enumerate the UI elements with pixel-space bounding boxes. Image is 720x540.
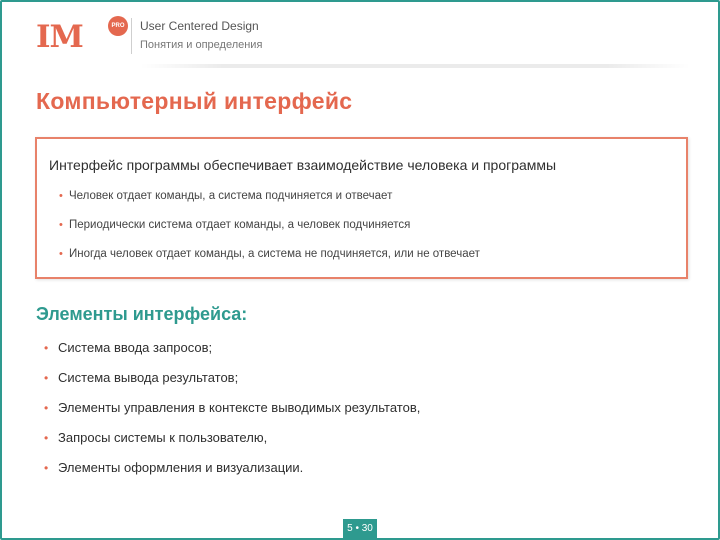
definition-box: Интерфейс программы обеспечивает взаимод… [35,137,688,279]
bullet-icon: • [44,461,49,475]
elements-list: • Система ввода запросов; • Система вывода… [44,340,420,490]
header-divider [131,18,132,54]
bullet-icon: • [59,219,63,231]
header-shadow [140,64,690,68]
bullet-icon: • [59,248,63,260]
list-item: • Человек отдает команды, а система подчи… [59,189,480,218]
slide-title: Компьютерный интерфейс [36,88,353,114]
list-item: • Элементы управления в контексте выводим… [44,400,420,430]
im-pro-logo: IM PRO [36,16,128,56]
header-subtitle: Понятия и определения [140,39,263,51]
list-item: • Иногда человек отдает команды, а систем… [59,247,480,276]
list-item-text: Иногда человек отдает команды, а система… [69,248,480,260]
list-item: • Система вывода результатов; [44,370,420,400]
list-item-text: Система вывода результатов; [58,370,239,385]
list-item: • Периодически система отдает команды, а … [59,218,480,247]
page-number: 5 • 30 [343,519,377,538]
bullet-icon: • [44,401,49,415]
elements-heading: Элементы интерфейса: [36,304,248,324]
bullet-icon: • [59,190,63,202]
logo-text: IM [36,19,84,55]
box-lead-text: Интерфейс программы обеспечивает взаимод… [49,157,557,173]
bullet-icon: • [44,431,49,445]
header-title: User Centered Design [140,19,259,33]
list-item-text: Человек отдает команды, а система подчин… [69,190,393,202]
list-item-text: Периодически система отдает команды, а ч… [69,219,411,231]
list-item: • Система ввода запросов; [44,340,420,370]
list-item-text: Запросы системы к пользователю, [58,430,268,445]
list-item-text: Элементы управления в контексте выводимы… [58,400,421,415]
list-item: • Элементы оформления и визуализации. [44,460,420,490]
box-bullet-list: • Человек отдает команды, а система подчи… [59,189,480,276]
bullet-icon: • [44,341,49,355]
bullet-icon: • [44,371,49,385]
list-item: • Запросы системы к пользователю, [44,430,420,460]
logo-badge: PRO [108,16,128,36]
list-item-text: Элементы оформления и визуализации. [58,460,304,475]
list-item-text: Система ввода запросов; [58,340,213,355]
